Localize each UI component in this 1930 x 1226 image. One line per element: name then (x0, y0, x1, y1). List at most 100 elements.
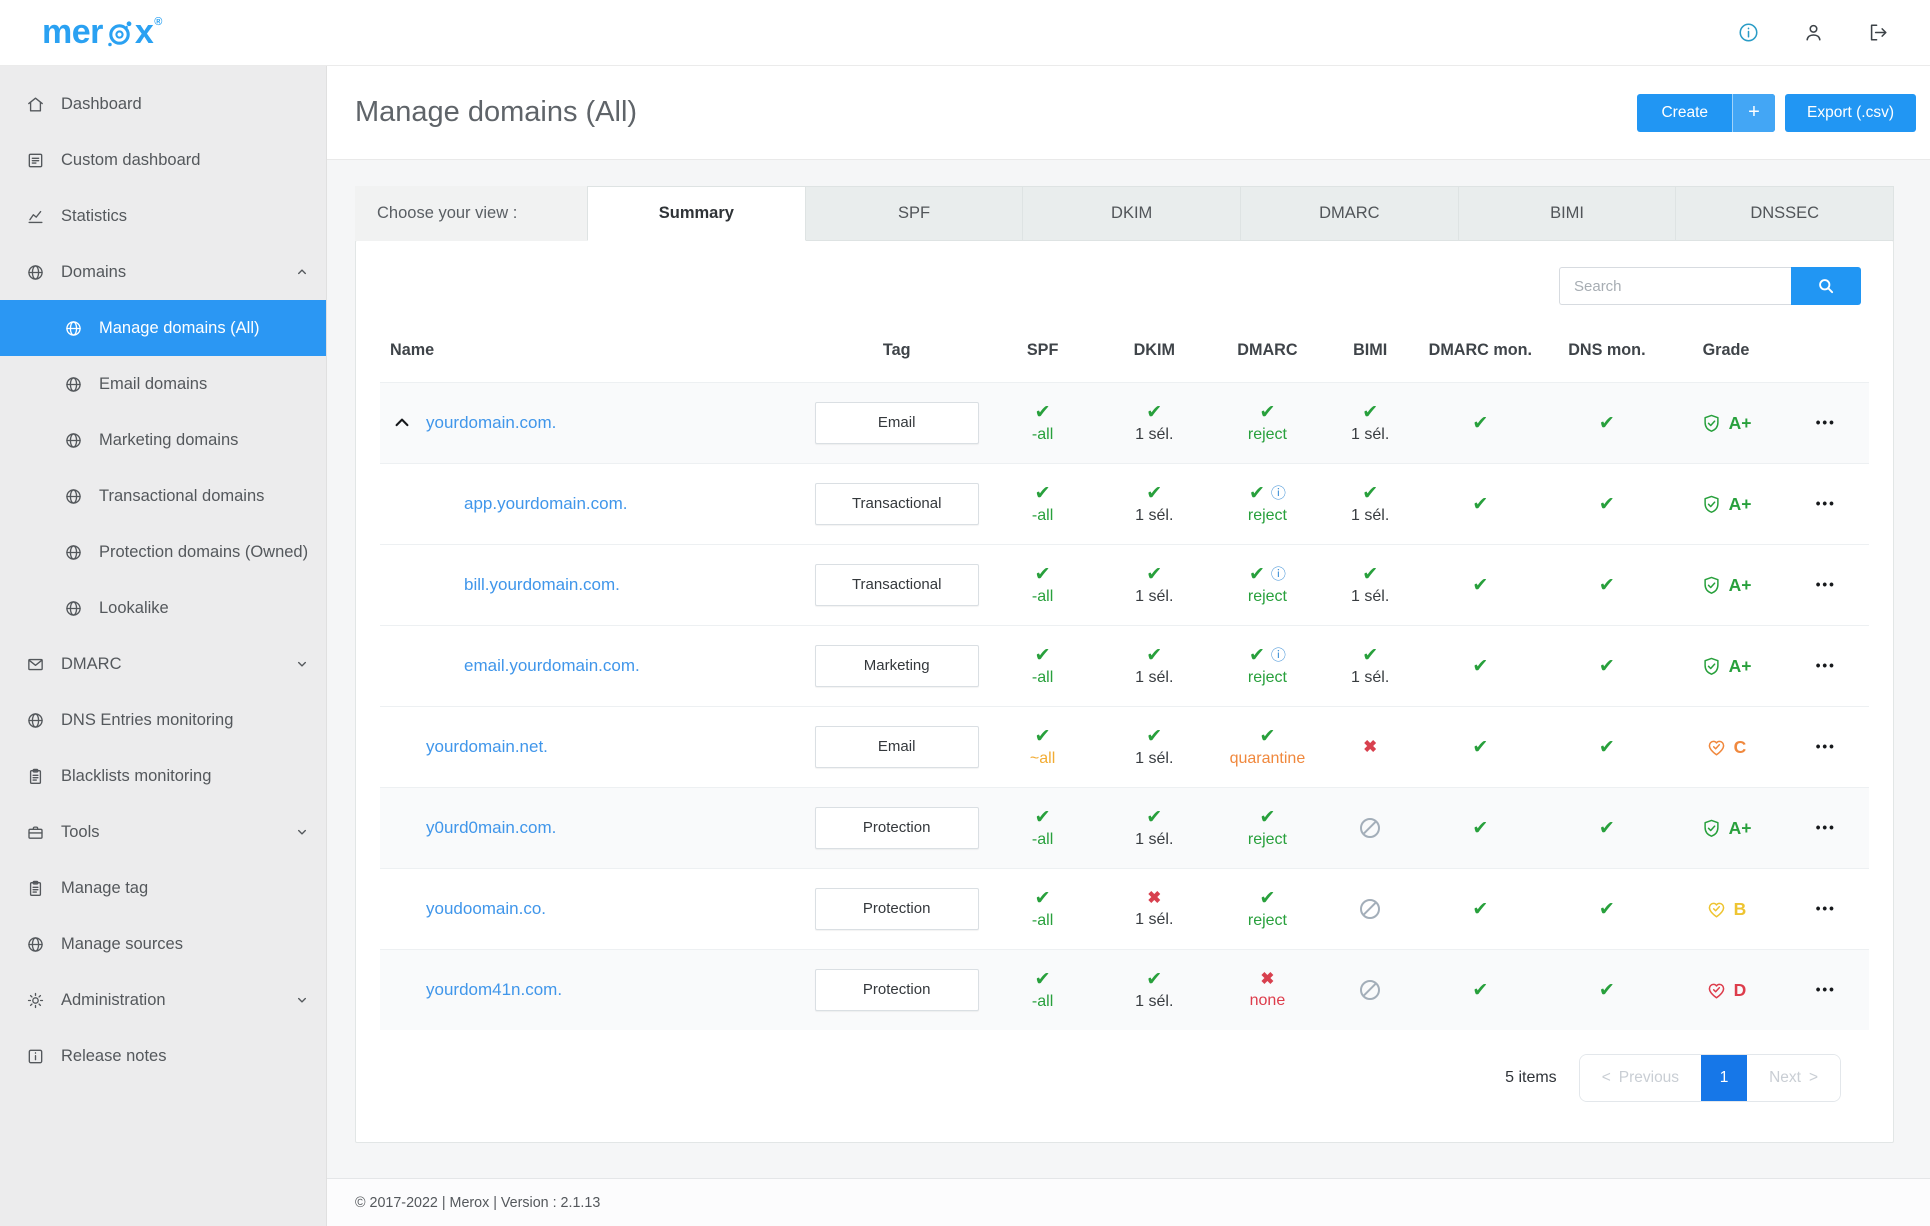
check-icon: ✔ (1472, 898, 1489, 920)
grade-letter: B (1733, 898, 1747, 919)
tag-cell: Protection (805, 868, 988, 950)
row-menu-button[interactable]: ••• (1816, 739, 1836, 754)
tag-badge: Protection (814, 969, 979, 1012)
dmarc-mon-cell: ✔ (1416, 382, 1545, 464)
row-menu-button[interactable]: ••• (1816, 496, 1836, 511)
logout-icon[interactable] (1867, 21, 1890, 44)
next-arrow: > (1808, 1069, 1818, 1087)
domain-link[interactable]: youdoomain.co. (426, 899, 546, 919)
shield-check-icon (1701, 494, 1722, 515)
search-button[interactable] (1791, 267, 1861, 305)
dmarc-value: none (1249, 991, 1286, 1009)
app-logo[interactable]: mer x ® (42, 13, 162, 52)
sidebar-item-lookalike[interactable]: Lookalike (0, 580, 326, 636)
check-icon: ✔ (1259, 401, 1276, 423)
create-button[interactable]: Create + (1637, 93, 1776, 132)
sidebar-item-transactional-domains[interactable]: Transactional domains (0, 468, 326, 524)
info-icon[interactable] (1737, 21, 1760, 44)
sidebar-item-blacklists-monitoring[interactable]: Blacklists monitoring (0, 748, 326, 804)
next-page-button[interactable]: Next > (1747, 1055, 1840, 1102)
info-icon[interactable]: ⓘ (1271, 486, 1286, 501)
sidebar-item-label: Dashboard (61, 94, 142, 113)
row-menu-button[interactable]: ••• (1816, 820, 1836, 835)
search-input[interactable] (1559, 267, 1791, 305)
bimi-cell: ✖ (1324, 706, 1417, 788)
user-icon[interactable] (1802, 21, 1825, 44)
bimi-cell: ✔ 1 sél. (1324, 463, 1417, 545)
check-icon: ✔ (1034, 968, 1051, 990)
row-menu-button[interactable]: ••• (1816, 658, 1836, 673)
dmarc-mon-cell: ✔ (1416, 625, 1545, 707)
page-header: Manage domains (All) Create + Export (.c… (327, 66, 1930, 160)
domain-link[interactable]: y0urd0main.com. (426, 818, 556, 838)
globe-icon (64, 487, 83, 506)
info-icon[interactable]: ⓘ (1271, 648, 1286, 663)
tab-dkim[interactable]: DKIM (1023, 186, 1242, 241)
dkim-value: 1 sél. (1135, 992, 1174, 1010)
bimi-value: 1 sél. (1351, 506, 1390, 524)
sidebar-item-email-domains[interactable]: Email domains (0, 356, 326, 412)
grade-letter: A+ (1728, 493, 1752, 514)
name-cell: app.yourdomain.com. (380, 463, 806, 545)
check-icon: ✔ (1259, 806, 1276, 828)
dkim-value: 1 sél. (1135, 910, 1174, 928)
sidebar-item-dns-entries-monitoring[interactable]: DNS Entries monitoring (0, 692, 326, 748)
view-chooser-label: Choose your view : (355, 186, 587, 241)
current-page-button[interactable]: 1 (1701, 1055, 1748, 1102)
sidebar-item-tools[interactable]: Tools (0, 804, 326, 860)
logo-orbit-icon (108, 21, 132, 47)
row-menu-button[interactable]: ••• (1816, 901, 1836, 916)
check-icon: ✔ (1146, 725, 1163, 747)
sidebar-item-manage-sources[interactable]: Manage sources (0, 916, 326, 972)
tab-dmarc[interactable]: DMARC (1241, 186, 1459, 241)
row-menu-button[interactable]: ••• (1816, 577, 1836, 592)
domain-link[interactable]: yourdomain.net. (426, 737, 548, 757)
sidebar-item-domains[interactable]: Domains (0, 244, 326, 300)
globe-icon (64, 375, 83, 394)
spf-value: -all (1031, 830, 1054, 848)
check-icon: ✔ (1598, 493, 1615, 515)
dns-mon-cell: ✔ (1544, 382, 1670, 464)
tab-bimi[interactable]: BIMI (1458, 186, 1677, 241)
row-menu-button[interactable]: ••• (1816, 415, 1836, 430)
globe-icon (64, 431, 83, 450)
domain-link[interactable]: bill.yourdomain.com. (464, 575, 620, 595)
sidebar-item-manage-domains-all[interactable]: Manage domains (All) (0, 300, 326, 356)
banned-icon (1360, 899, 1381, 920)
sidebar-item-manage-tag[interactable]: Manage tag (0, 860, 326, 916)
row-menu-button[interactable]: ••• (1816, 982, 1836, 997)
dmarc-cell: ✔ ⓘ reject (1210, 625, 1324, 707)
previous-arrow: < (1601, 1069, 1611, 1087)
sidebar-item-label: DMARC (61, 654, 122, 673)
sidebar-item-statistics[interactable]: Statistics (0, 188, 326, 244)
domain-link[interactable]: yourdomain.com. (426, 413, 556, 433)
domain-link[interactable]: yourdom41n.com. (426, 980, 562, 1000)
document-icon (26, 151, 45, 170)
collapse-chevron-icon[interactable] (392, 413, 412, 433)
sidebar-item-dmarc[interactable]: DMARC (0, 636, 326, 692)
sidebar-item-label: Lookalike (99, 598, 169, 617)
items-count: 5 items (1505, 1069, 1557, 1087)
sidebar-item-marketing-domains[interactable]: Marketing domains (0, 412, 326, 468)
previous-page-button[interactable]: < Previous (1579, 1055, 1702, 1102)
sidebar-item-administration[interactable]: Administration (0, 972, 326, 1028)
domain-link[interactable]: email.yourdomain.com. (464, 656, 640, 676)
cross-icon: ✖ (1147, 889, 1162, 908)
sidebar-item-label: Release notes (61, 1046, 167, 1065)
sidebar-item-custom-dashboard[interactable]: Custom dashboard (0, 132, 326, 188)
table-row: app.yourdomain.com. Transactional ✔ -all ✔ 1 … (380, 463, 1869, 545)
dmarc-value: reject (1247, 506, 1287, 524)
domain-link[interactable]: app.yourdomain.com. (464, 494, 627, 514)
export-csv-button[interactable]: Export (.csv) (1785, 93, 1916, 132)
tag-badge: Protection (814, 888, 979, 931)
sidebar-item-release-notes[interactable]: Release notes (0, 1028, 326, 1084)
sidebar-item-protection-domains[interactable]: Protection domains (Owned) (0, 524, 326, 580)
sidebar-item-dashboard[interactable]: Dashboard (0, 76, 326, 132)
check-icon: ✔ (1034, 806, 1051, 828)
shield-check-icon (1701, 413, 1722, 434)
tab-summary[interactable]: Summary (587, 186, 806, 241)
shield-check-icon (1701, 818, 1722, 839)
info-icon[interactable]: ⓘ (1271, 567, 1286, 582)
tab-spf[interactable]: SPF (805, 186, 1024, 241)
tab-dnssec[interactable]: DNSSEC (1676, 186, 1895, 241)
